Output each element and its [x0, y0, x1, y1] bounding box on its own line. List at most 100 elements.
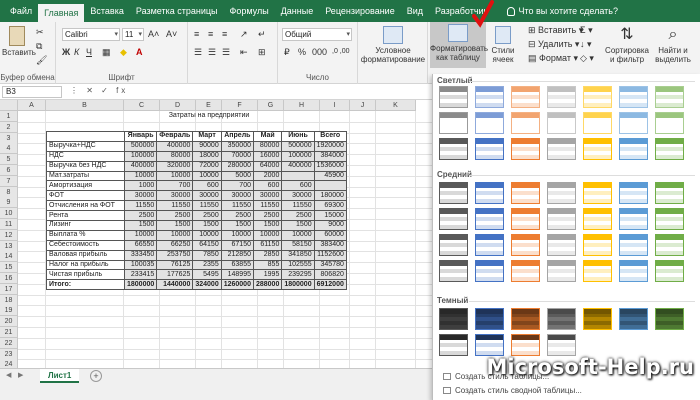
align-left-icon[interactable]: ☰: [194, 46, 202, 58]
table-style-swatch[interactable]: [655, 138, 684, 160]
tab-page-layout[interactable]: Разметка страницы: [130, 0, 224, 22]
table-style-swatch[interactable]: [583, 234, 612, 256]
row-header[interactable]: 16: [0, 273, 18, 284]
value-cell[interactable]: 333450: [123, 249, 158, 261]
sort-filter-button[interactable]: ⇅ Сортировка и фильтр: [604, 24, 650, 64]
value-cell[interactable]: 67150: [220, 239, 254, 251]
value-cell[interactable]: 10000: [192, 229, 222, 241]
table-style-swatch[interactable]: [475, 86, 504, 108]
value-cell[interactable]: 500000: [281, 140, 315, 152]
table-style-swatch[interactable]: [475, 208, 504, 230]
row-label-cell[interactable]: НДС: [46, 150, 125, 162]
value-cell[interactable]: 6912000: [313, 279, 347, 291]
row-header[interactable]: 11: [0, 219, 18, 230]
row-header[interactable]: 14: [0, 251, 18, 263]
value-cell[interactable]: 2355: [192, 259, 222, 271]
table-style-swatch[interactable]: [475, 112, 504, 134]
value-cell[interactable]: 288000: [252, 279, 283, 291]
table-style-swatch[interactable]: [511, 260, 540, 282]
align-right-icon[interactable]: ☰: [222, 46, 230, 58]
value-cell[interactable]: 66550: [123, 239, 158, 251]
row-header[interactable]: 13: [0, 240, 18, 252]
table-style-swatch[interactable]: [547, 234, 576, 256]
align-bottom-icon[interactable]: ≡: [222, 28, 227, 40]
value-cell[interactable]: 7850: [192, 249, 222, 261]
row-header[interactable]: 18: [0, 294, 18, 306]
value-cell[interactable]: 5495: [192, 269, 222, 281]
row-header[interactable]: 12: [0, 229, 18, 241]
row-header[interactable]: 24: [0, 359, 18, 368]
table-style-swatch[interactable]: [547, 334, 576, 356]
header-cell[interactable]: Апрель: [220, 131, 254, 142]
value-cell[interactable]: 60000: [313, 229, 347, 241]
new-pivot-style-item[interactable]: Создать стиль сводной таблицы...: [443, 386, 582, 395]
row-header[interactable]: 23: [0, 348, 18, 360]
column-header[interactable]: A: [18, 100, 46, 111]
format-cells-button[interactable]: ▤ Формат ▾: [528, 52, 578, 64]
decimal-icon[interactable]: ,0 ,00: [332, 46, 350, 58]
align-middle-icon[interactable]: ≡: [208, 28, 213, 40]
header-cell[interactable]: Всего: [313, 131, 347, 142]
table-style-swatch[interactable]: [655, 182, 684, 204]
value-cell[interactable]: 324000: [192, 279, 222, 291]
value-cell[interactable]: [281, 170, 315, 182]
value-cell[interactable]: 9000: [313, 220, 347, 231]
table-style-swatch[interactable]: [511, 234, 540, 256]
value-cell[interactable]: 1500: [220, 220, 254, 231]
table-style-swatch[interactable]: [619, 208, 648, 230]
value-cell[interactable]: 30000: [220, 190, 254, 202]
row-header[interactable]: 17: [0, 283, 18, 295]
value-cell[interactable]: 253750: [156, 249, 194, 261]
table-style-swatch[interactable]: [655, 86, 684, 108]
value-cell[interactable]: 2500: [252, 210, 283, 222]
value-cell[interactable]: 239295: [281, 269, 315, 281]
header-cell[interactable]: Май: [252, 131, 283, 142]
column-header[interactable]: J: [350, 100, 376, 111]
table-style-swatch[interactable]: [475, 234, 504, 256]
table-style-swatch[interactable]: [511, 112, 540, 134]
data-table[interactable]: Январь Февраль Март Апрель Май Июнь Всего Выруч…: [46, 131, 347, 291]
column-header[interactable]: K: [376, 100, 416, 111]
table-style-swatch[interactable]: [583, 86, 612, 108]
row-label-cell[interactable]: Выплата %: [46, 229, 125, 241]
row-label-cell[interactable]: Выручка без НДС: [46, 160, 125, 172]
value-cell[interactable]: 400000: [281, 160, 315, 172]
cut-icon[interactable]: ✂: [36, 26, 44, 38]
next-sheet-icon[interactable]: ▶: [18, 371, 23, 379]
value-cell[interactable]: 1152600: [313, 249, 347, 261]
paste-button[interactable]: Вставить: [2, 24, 36, 57]
value-cell[interactable]: 400000: [156, 140, 194, 152]
copy-icon[interactable]: ⧉: [36, 40, 42, 52]
value-cell[interactable]: 1500: [281, 220, 315, 231]
value-cell[interactable]: 1800000: [281, 279, 315, 291]
row-label-cell[interactable]: Отчисления на ФОТ: [46, 200, 125, 212]
value-cell[interactable]: 1000: [123, 180, 158, 192]
cell-styles-button[interactable]: Стили ячеек: [488, 24, 518, 64]
value-cell[interactable]: 10000: [123, 229, 158, 241]
value-cell[interactable]: 11550: [281, 200, 315, 212]
value-cell[interactable]: 80000: [156, 150, 194, 162]
value-cell[interactable]: 1260000: [220, 279, 254, 291]
value-cell[interactable]: 64000: [252, 160, 283, 172]
value-cell[interactable]: 30000: [281, 190, 315, 202]
table-style-swatch[interactable]: [439, 112, 468, 134]
value-cell[interactable]: 80000: [252, 140, 283, 152]
align-top-icon[interactable]: ≡: [194, 28, 199, 40]
row-label-cell[interactable]: Амортизация: [46, 180, 125, 192]
bold-button[interactable]: Ж: [62, 46, 70, 58]
value-cell[interactable]: 700: [156, 180, 194, 192]
table-style-swatch[interactable]: [547, 86, 576, 108]
row-label-cell[interactable]: Выручка+НДС: [46, 140, 125, 152]
format-painter-icon[interactable]: 🖌: [36, 54, 47, 66]
table-style-swatch[interactable]: [583, 112, 612, 134]
value-cell[interactable]: 806820: [313, 269, 347, 281]
table-style-swatch[interactable]: [511, 182, 540, 204]
value-cell[interactable]: 76125: [156, 259, 194, 271]
value-cell[interactable]: 11550: [192, 200, 222, 212]
value-cell[interactable]: 102555: [281, 259, 315, 271]
font-name-combo[interactable]: Calibri: [62, 28, 120, 41]
table-style-swatch[interactable]: [619, 234, 648, 256]
row-label-cell[interactable]: Себестоимость: [46, 239, 125, 251]
row-label-cell[interactable]: ФОТ: [46, 190, 125, 202]
table-style-swatch[interactable]: [619, 138, 648, 160]
